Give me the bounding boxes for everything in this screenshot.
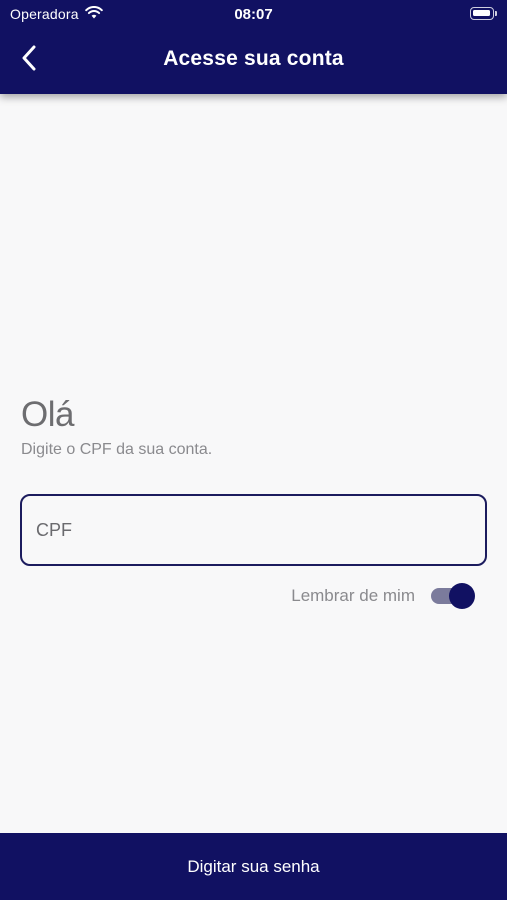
remember-me-label: Lembrar de mim — [291, 586, 415, 605]
enter-password-button[interactable]: Digitar sua senha — [0, 833, 507, 900]
status-bar: Operadora 08:07 — [0, 0, 507, 30]
greeting-subtitle: Digite o CPF da sua conta. — [21, 441, 213, 458]
remember-me-toggle[interactable] — [431, 583, 475, 609]
battery-icon — [470, 7, 497, 21]
battery-body — [470, 7, 494, 20]
greeting-heading: Olá — [21, 395, 74, 434]
battery-fill — [473, 10, 490, 16]
app-header: Operadora 08:07 Acesse sua conta — [0, 0, 507, 94]
toggle-knob — [449, 583, 475, 609]
enter-password-label: Digitar sua senha — [187, 856, 320, 876]
status-time: 08:07 — [234, 6, 273, 23]
page-title: Acesse sua conta — [163, 47, 344, 70]
battery-tip — [495, 11, 497, 16]
greeting-section: Olá Digite o CPF da sua conta. — [21, 395, 487, 459]
cpf-input[interactable] — [36, 519, 485, 541]
remember-me-row: Lembrar de mim — [291, 583, 475, 609]
cpf-field[interactable] — [20, 494, 487, 566]
